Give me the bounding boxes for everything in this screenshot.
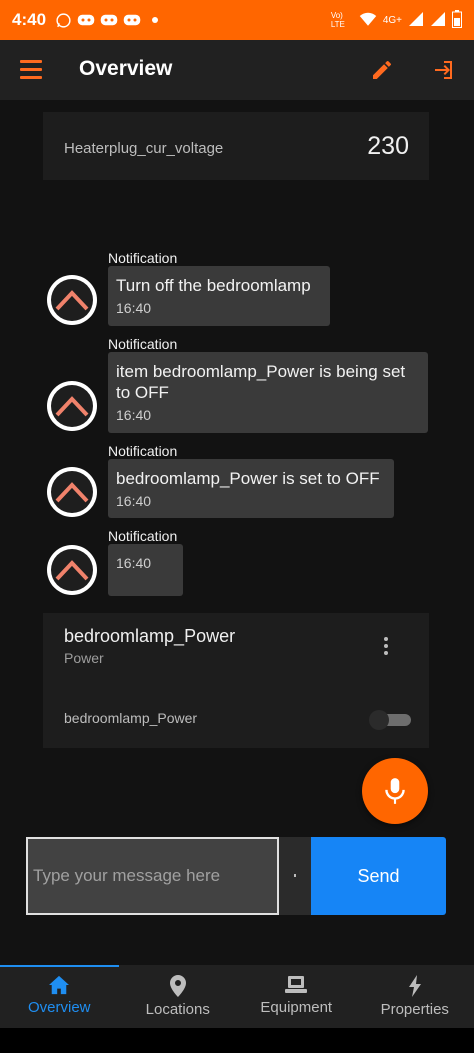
item-card: bedroomlamp_Power Power bedroomlamp_Powe… <box>43 613 429 748</box>
message-text: Turn off the bedroomlamp <box>116 276 311 295</box>
message-time: 16:40 <box>116 407 152 423</box>
message-text: item bedroomlamp_Power is being set to O… <box>116 362 406 402</box>
discord-icon <box>77 11 95 29</box>
signal-icon <box>408 11 424 30</box>
send-button[interactable]: Send <box>311 837 446 915</box>
more-options-icon[interactable] <box>384 637 390 655</box>
voltage-item-card: Heaterplug_cur_voltage 230 <box>43 112 429 180</box>
menu-icon[interactable] <box>20 60 42 80</box>
message-bubble: item bedroomlamp_Power is being set to O… <box>108 352 428 433</box>
openhab-logo-avatar <box>47 545 97 595</box>
message-text: bedroomlamp_Power is set to OFF <box>116 469 380 488</box>
lightning-icon <box>408 975 421 997</box>
status-time: 4:40 <box>12 10 47 29</box>
input-separator <box>279 837 312 915</box>
message-sender: Notification <box>108 336 178 352</box>
message-bubble: bedroomlamp_Power is set to OFF 16:40 <box>108 459 394 518</box>
tab-label: Equipment <box>260 999 333 1016</box>
tab-label: Properties <box>380 1001 449 1018</box>
message-sender: Notification <box>108 528 178 544</box>
tab-overview[interactable]: Overview <box>0 965 119 1028</box>
message-composer: Send <box>26 837 446 915</box>
message-bubble: Turn off the bedroomlamp 16:40 <box>108 266 330 326</box>
voltage-value: 230 <box>367 132 409 160</box>
volte-label: Vo) LTE <box>330 11 345 29</box>
discord-icon <box>123 11 141 29</box>
tab-locations[interactable]: Locations <box>119 965 238 1028</box>
message-time: 16:40 <box>116 300 152 316</box>
status-bar: 4:40 Vo) LTE 4G+ <box>0 0 474 40</box>
message-bubble: 16:40 <box>108 544 183 596</box>
home-icon <box>49 975 70 995</box>
voltage-label: Heaterplug_cur_voltage <box>64 140 224 157</box>
system-navigation-bar <box>0 1028 474 1053</box>
equipment-icon <box>285 976 308 993</box>
openhab-logo-avatar <box>47 467 97 517</box>
tab-label: Overview <box>27 999 91 1016</box>
app-bar: Overview <box>0 40 474 100</box>
message-sender: Notification <box>108 443 178 459</box>
tab-properties[interactable]: Properties <box>356 965 474 1028</box>
microphone-icon <box>385 778 405 804</box>
network-label: 4G+ <box>382 14 402 26</box>
toggle-label: bedroomlamp_Power <box>64 710 198 726</box>
message-input[interactable] <box>26 837 279 915</box>
location-pin-icon <box>169 975 186 997</box>
item-name: bedroomlamp_Power <box>64 626 236 646</box>
logout-icon[interactable] <box>431 58 455 82</box>
tab-equipment[interactable]: Equipment <box>237 965 356 1028</box>
edit-icon[interactable] <box>370 58 394 82</box>
bottom-navigation: Overview Locations Equipment Properties <box>0 965 474 1028</box>
page-title: Overview <box>79 57 173 80</box>
signal-icon <box>430 11 446 30</box>
status-right-group: Vo) LTE 4G+ <box>330 9 462 31</box>
openhab-logo-avatar <box>47 381 97 431</box>
openhab-logo-avatar <box>47 275 97 325</box>
power-toggle[interactable] <box>369 710 411 730</box>
discord-icon <box>100 11 118 29</box>
battery-icon <box>452 9 462 31</box>
message-sender: Notification <box>108 250 178 266</box>
tab-label: Locations <box>145 1001 210 1018</box>
dot-icon <box>146 11 164 29</box>
wifi-icon <box>359 11 377 30</box>
message-time: 16:40 <box>116 555 152 571</box>
voice-input-button[interactable] <box>362 758 428 824</box>
whatsapp-icon <box>54 11 72 29</box>
item-subtitle: Power <box>64 650 104 666</box>
message-time: 16:40 <box>116 493 152 509</box>
